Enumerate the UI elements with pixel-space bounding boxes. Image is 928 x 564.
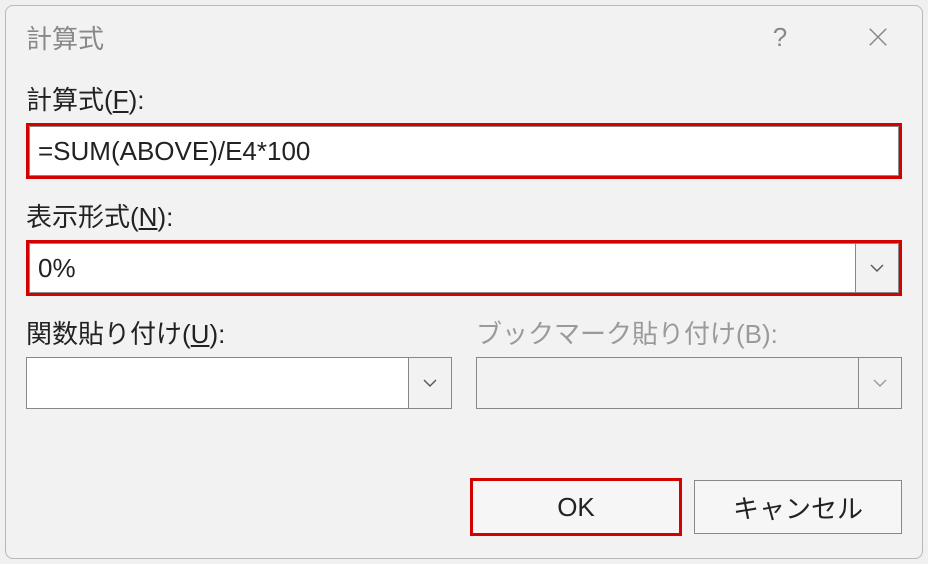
function-paste-combo-button[interactable] xyxy=(408,357,452,409)
dialog-content: 計算式(F): 表示形式(N): 関数貼り付け(U): xyxy=(6,64,922,558)
formula-input-wrapper xyxy=(26,123,902,179)
format-combo-wrapper xyxy=(26,240,902,296)
close-button[interactable] xyxy=(854,17,902,57)
chevron-down-icon xyxy=(422,378,438,388)
format-combo-button[interactable] xyxy=(855,243,899,293)
function-paste-label: 関数貼り付け(U): xyxy=(26,314,452,351)
ok-button[interactable]: OK xyxy=(472,480,680,534)
titlebar: 計算式 ? xyxy=(6,6,922,64)
bookmark-paste-input xyxy=(476,357,858,409)
format-label: 表示形式(N): xyxy=(26,197,902,234)
function-paste-combo xyxy=(26,357,452,409)
cancel-button[interactable]: キャンセル xyxy=(694,480,902,534)
chevron-down-icon xyxy=(872,378,888,388)
button-row: OK キャンセル xyxy=(26,480,902,538)
bookmark-paste-col: ブックマーク貼り付け(B): xyxy=(476,314,902,409)
dialog-title: 計算式 xyxy=(26,19,756,56)
formula-dialog: 計算式 ? 計算式(F): 表示形式(N): xyxy=(5,5,923,559)
bookmark-paste-combo xyxy=(476,357,902,409)
function-paste-col: 関数貼り付け(U): xyxy=(26,314,452,409)
function-paste-input[interactable] xyxy=(26,357,408,409)
formula-input[interactable] xyxy=(29,126,899,176)
help-button[interactable]: ? xyxy=(756,17,804,57)
bookmark-paste-combo-button xyxy=(858,357,902,409)
bookmark-paste-label: ブックマーク貼り付け(B): xyxy=(476,314,902,351)
chevron-down-icon xyxy=(869,263,885,273)
format-combo-input[interactable] xyxy=(29,243,855,293)
row-two: 関数貼り付け(U): ブックマーク貼り付け(B): xyxy=(26,314,902,409)
close-icon xyxy=(867,26,889,48)
formula-label: 計算式(F): xyxy=(26,80,902,117)
